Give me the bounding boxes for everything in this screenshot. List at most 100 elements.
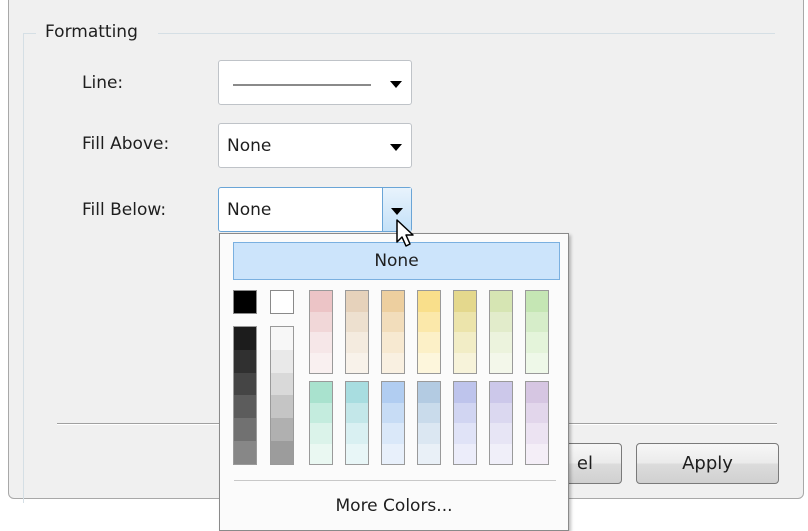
color-swatch[interactable]: [346, 352, 368, 373]
color-picker-popup: None More Colors...: [219, 233, 569, 531]
color-swatch[interactable]: [382, 423, 404, 444]
fill-below-dropdown[interactable]: None: [218, 187, 412, 232]
color-swatch[interactable]: [418, 402, 440, 423]
color-swatch[interactable]: [490, 332, 512, 353]
color-swatch[interactable]: [310, 291, 332, 312]
color-swatch[interactable]: [271, 441, 293, 464]
color-swatch[interactable]: [346, 423, 368, 444]
color-swatch[interactable]: [526, 352, 548, 373]
color-swatch[interactable]: [418, 332, 440, 353]
color-swatch[interactable]: [271, 418, 293, 442]
groupbox-border: [158, 33, 775, 34]
color-swatch[interactable]: [310, 332, 332, 353]
color-swatch[interactable]: [382, 352, 404, 373]
color-column[interactable]: [453, 290, 477, 374]
color-swatch[interactable]: [490, 382, 512, 403]
color-swatch[interactable]: [454, 423, 476, 444]
color-column[interactable]: [345, 290, 369, 374]
color-swatch[interactable]: [454, 402, 476, 423]
color-swatch[interactable]: [310, 382, 332, 403]
color-swatch[interactable]: [271, 327, 293, 350]
color-swatch[interactable]: [526, 443, 548, 464]
color-swatch[interactable]: [346, 291, 368, 312]
color-swatch-white[interactable]: [270, 290, 294, 314]
color-column[interactable]: [525, 290, 549, 374]
color-column[interactable]: [309, 381, 333, 465]
color-swatch[interactable]: [418, 382, 440, 403]
color-column[interactable]: [381, 290, 405, 374]
line-label: Line:: [82, 73, 124, 93]
apply-button[interactable]: Apply: [636, 443, 779, 484]
color-swatch[interactable]: [271, 395, 293, 419]
color-swatch[interactable]: [418, 311, 440, 332]
color-swatch[interactable]: [234, 372, 256, 396]
color-swatch[interactable]: [310, 443, 332, 464]
color-swatch[interactable]: [526, 311, 548, 332]
fill-below-value: None: [227, 200, 272, 220]
color-swatch[interactable]: [454, 291, 476, 312]
color-swatch[interactable]: [271, 349, 293, 373]
color-swatch[interactable]: [346, 443, 368, 464]
color-swatch[interactable]: [310, 402, 332, 423]
color-swatch[interactable]: [526, 423, 548, 444]
color-swatch[interactable]: [454, 443, 476, 464]
color-swatch[interactable]: [382, 311, 404, 332]
color-swatch[interactable]: [454, 332, 476, 353]
color-column[interactable]: [345, 381, 369, 465]
color-column[interactable]: [453, 381, 477, 465]
color-swatch[interactable]: [346, 332, 368, 353]
color-swatch[interactable]: [490, 443, 512, 464]
color-swatch[interactable]: [490, 291, 512, 312]
color-swatch[interactable]: [418, 443, 440, 464]
more-colors-button[interactable]: More Colors...: [220, 496, 568, 516]
color-swatch[interactable]: [418, 291, 440, 312]
color-swatch[interactable]: [490, 311, 512, 332]
color-swatch[interactable]: [418, 423, 440, 444]
color-swatch[interactable]: [310, 352, 332, 373]
color-column[interactable]: [381, 381, 405, 465]
fill-above-label: Fill Above:: [82, 134, 170, 154]
color-swatch[interactable]: [526, 291, 548, 312]
color-column[interactable]: [417, 381, 441, 465]
color-swatch[interactable]: [418, 352, 440, 373]
color-swatch[interactable]: [382, 291, 404, 312]
color-column[interactable]: [309, 290, 333, 374]
color-swatch[interactable]: [454, 311, 476, 332]
color-swatch[interactable]: [526, 332, 548, 353]
grayscale-column-dark[interactable]: [233, 326, 257, 465]
color-swatch-black[interactable]: [233, 290, 257, 314]
chevron-down-icon: [391, 208, 403, 215]
color-swatch[interactable]: [271, 372, 293, 396]
color-swatch[interactable]: [234, 395, 256, 419]
color-swatch[interactable]: [310, 423, 332, 444]
color-column[interactable]: [489, 381, 513, 465]
color-swatch[interactable]: [454, 352, 476, 373]
color-swatch[interactable]: [234, 327, 256, 350]
color-swatch[interactable]: [490, 423, 512, 444]
color-column[interactable]: [489, 290, 513, 374]
color-column[interactable]: [525, 381, 549, 465]
color-swatch[interactable]: [234, 441, 256, 464]
color-swatch[interactable]: [382, 402, 404, 423]
line-style-preview: [233, 84, 371, 86]
color-column[interactable]: [417, 290, 441, 374]
line-style-dropdown[interactable]: [218, 60, 412, 105]
color-swatch[interactable]: [526, 402, 548, 423]
color-swatch[interactable]: [346, 311, 368, 332]
grayscale-column-light[interactable]: [270, 326, 294, 465]
color-swatch[interactable]: [526, 382, 548, 403]
groupbox-border: [23, 33, 36, 34]
color-swatch[interactable]: [382, 443, 404, 464]
color-swatch[interactable]: [234, 418, 256, 442]
color-swatch[interactable]: [382, 382, 404, 403]
color-swatch[interactable]: [382, 332, 404, 353]
color-swatch[interactable]: [310, 311, 332, 332]
color-swatch[interactable]: [346, 402, 368, 423]
color-swatch[interactable]: [490, 402, 512, 423]
color-swatch[interactable]: [454, 382, 476, 403]
fill-above-dropdown[interactable]: None: [218, 123, 412, 168]
color-swatch[interactable]: [346, 382, 368, 403]
color-swatch[interactable]: [234, 349, 256, 373]
color-swatch[interactable]: [490, 352, 512, 373]
formatting-group-title: Formatting: [42, 22, 141, 42]
